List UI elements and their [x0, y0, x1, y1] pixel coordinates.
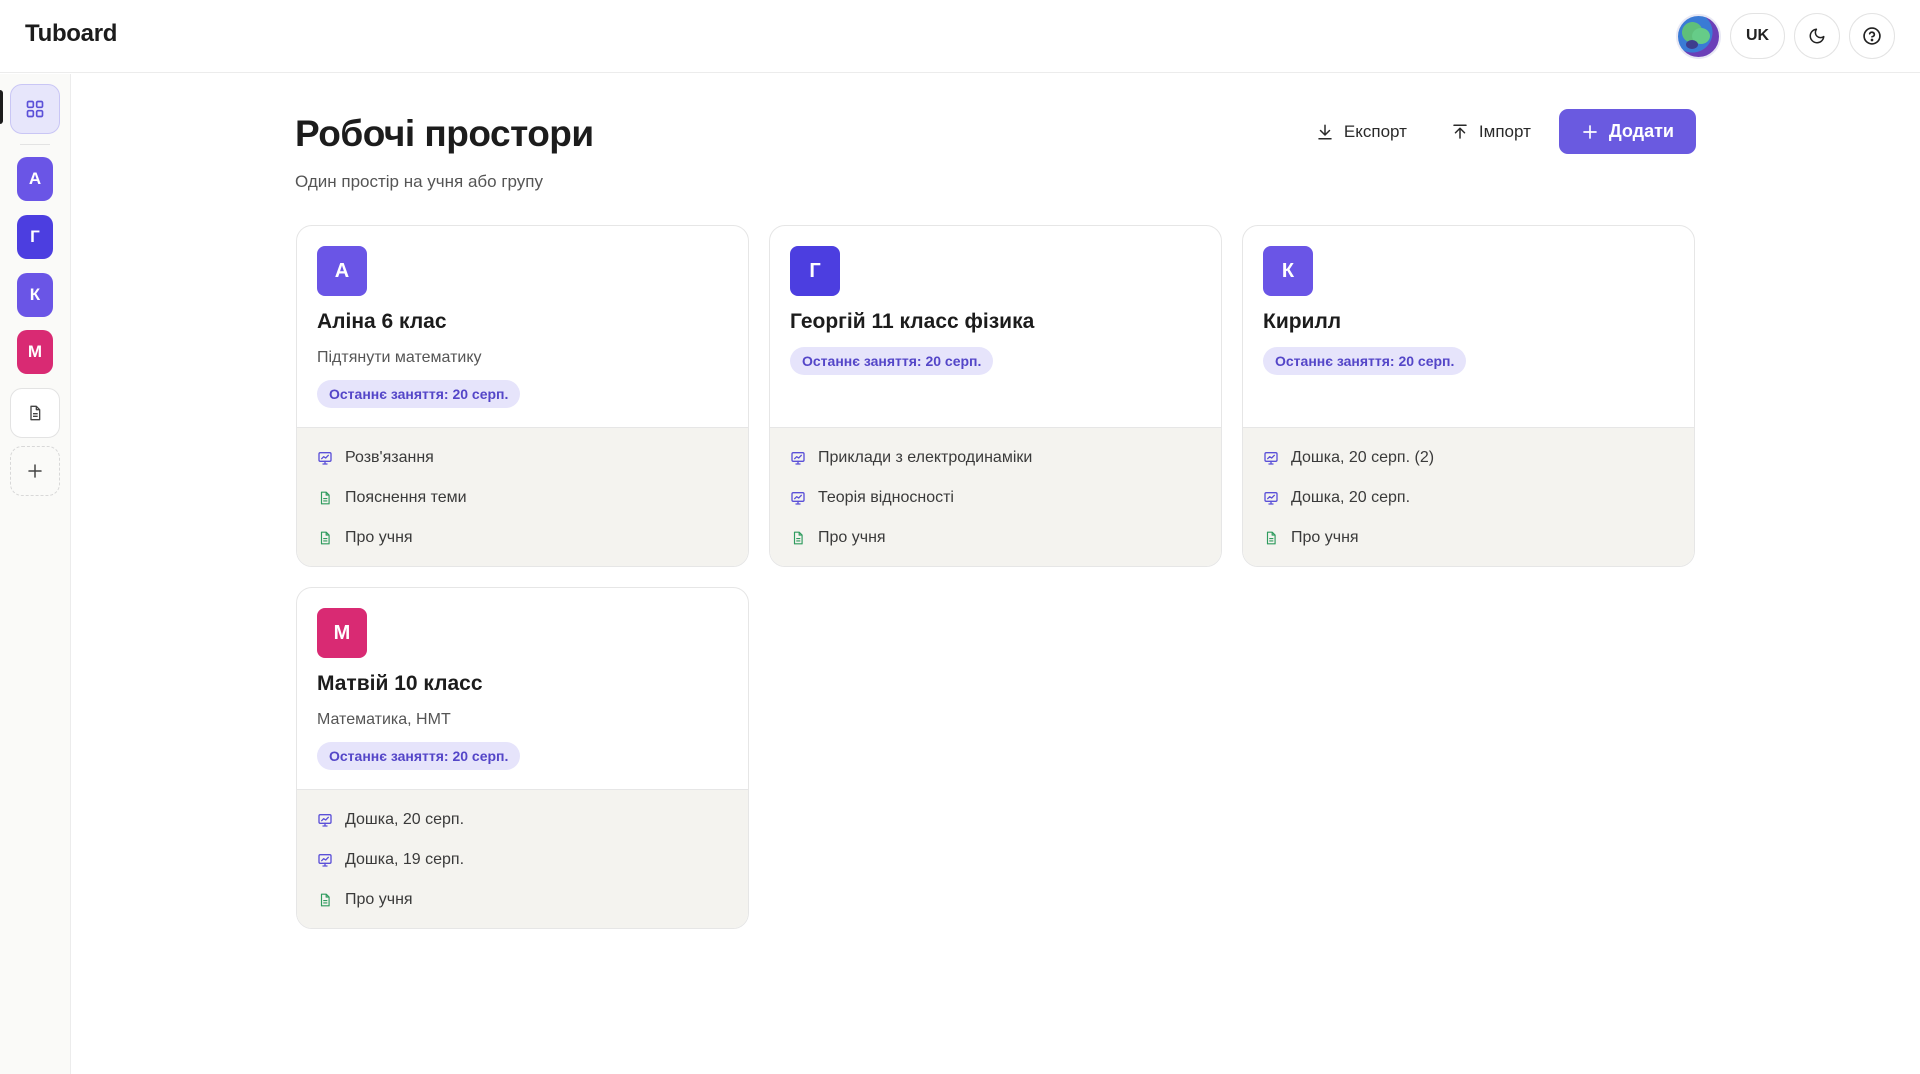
workspace-title: Матвій 10 класс: [317, 672, 483, 695]
moon-icon: [1809, 28, 1825, 44]
item-label: Розв'язання: [345, 449, 434, 466]
item-label: Дошка, 20 серп. (2): [1291, 449, 1435, 466]
import-button[interactable]: Імпорт: [1435, 109, 1547, 154]
sidebar-item-documents[interactable]: [10, 388, 60, 438]
language-button[interactable]: UK: [1730, 13, 1785, 59]
list-item[interactable]: Пояснення теми: [317, 478, 728, 518]
page-title: Робочі простори: [295, 113, 594, 154]
item-label: Дошка, 20 серп.: [345, 811, 465, 828]
item-label: Дошка, 20 серп.: [1291, 489, 1411, 506]
workspace-card[interactable]: А Аліна 6 клас Підтянути математику Оста…: [296, 225, 749, 567]
sidebar-item-workspace[interactable]: М: [17, 330, 53, 374]
list-item[interactable]: Розв'язання: [317, 438, 728, 478]
workspace-title: Георгій 11 класс фізика: [790, 310, 1035, 333]
last-session-badge: Останнє заняття: 20 серп.: [317, 380, 521, 408]
workspace-title: Аліна 6 клас: [317, 310, 447, 333]
item-label: Про учня: [1291, 529, 1359, 546]
add-label: Додати: [1608, 121, 1674, 141]
list-item[interactable]: Про учня: [790, 518, 1201, 558]
whiteboard-icon: [1263, 490, 1279, 506]
list-item[interactable]: Дошка, 20 серп. (2): [1263, 438, 1674, 478]
sidebar-add-button[interactable]: [10, 446, 60, 496]
help-button[interactable]: [1849, 13, 1895, 59]
sidebar-item-workspaces[interactable]: [10, 84, 60, 134]
item-label: Теорія відносності: [818, 489, 954, 506]
workspace-letter: Г: [790, 246, 840, 296]
last-session-badge: Останнє заняття: 20 серп.: [1263, 347, 1467, 375]
document-icon: [317, 490, 333, 506]
sidebar: А Г К М: [0, 74, 71, 1074]
header-actions: Експорт Імпорт Додати: [1300, 109, 1696, 154]
workspace-title: Кирилл: [1263, 310, 1342, 333]
workspace-card[interactable]: Г Георгій 11 класс фізика Останнє занятт…: [769, 225, 1222, 567]
workspace-items: Дошка, 20 серп. (2) Дошка, 20 серп. Про …: [1243, 427, 1694, 566]
item-label: Про учня: [345, 529, 413, 546]
whiteboard-icon: [1263, 450, 1279, 466]
plus-icon: [28, 464, 42, 478]
document-icon: [1263, 530, 1279, 546]
list-item[interactable]: Про учня: [317, 518, 728, 558]
whiteboard-icon: [317, 852, 333, 868]
export-label: Експорт: [1343, 121, 1407, 141]
sidebar-item-workspace[interactable]: А: [17, 157, 53, 201]
top-actions: UK: [1676, 13, 1895, 59]
active-indicator: [0, 90, 3, 124]
workspace-items: Приклади з електродинаміки Теорія віднос…: [770, 427, 1221, 566]
workspace-letter: К: [1263, 246, 1313, 296]
download-icon: [1318, 124, 1332, 139]
add-workspace-button[interactable]: Додати: [1558, 109, 1696, 154]
item-label: Приклади з електродинаміки: [818, 449, 1033, 466]
workspace-description: Математика, НМТ: [317, 711, 451, 728]
upload-icon: [1453, 124, 1467, 139]
document-icon: [317, 892, 333, 908]
theme-toggle-button[interactable]: [1794, 13, 1840, 59]
list-item[interactable]: Приклади з електродинаміки: [790, 438, 1201, 478]
sidebar-item-workspace[interactable]: Г: [17, 215, 53, 259]
whiteboard-icon: [790, 490, 806, 506]
item-label: Про учня: [818, 529, 886, 546]
list-item[interactable]: Про учня: [317, 880, 728, 920]
page-subtitle: Один простір на учня або групу: [295, 172, 544, 191]
sidebar-divider: [20, 144, 50, 145]
workspace-description: Підтянути математику: [317, 349, 482, 366]
list-item[interactable]: Про учня: [1263, 518, 1674, 558]
list-item[interactable]: Дошка, 19 серп.: [317, 840, 728, 880]
workspace-items: Дошка, 20 серп. Дошка, 19 серп. Про учня: [297, 789, 748, 928]
workspace-letter: М: [317, 608, 367, 658]
top-bar: Tuboard UK: [0, 0, 1920, 73]
grid-icon: [26, 100, 44, 118]
workspace-card[interactable]: К Кирилл Останнє заняття: 20 серп. Дошка…: [1242, 225, 1695, 567]
whiteboard-icon: [317, 812, 333, 828]
list-item[interactable]: Теорія відносності: [790, 478, 1201, 518]
document-icon: [317, 530, 333, 546]
workspace-card[interactable]: М Матвій 10 класс Математика, НМТ Останн…: [296, 587, 749, 929]
plus-icon: [1583, 124, 1597, 139]
item-label: Дошка, 19 серп.: [345, 851, 465, 868]
last-session-badge: Останнє заняття: 20 серп.: [317, 742, 521, 770]
help-icon: [1863, 27, 1881, 45]
document-icon: [30, 405, 41, 421]
last-session-badge: Останнє заняття: 20 серп.: [790, 347, 994, 375]
import-label: Імпорт: [1478, 121, 1531, 141]
app-title[interactable]: Tuboard: [25, 20, 117, 48]
list-item[interactable]: Дошка, 20 серп.: [317, 800, 728, 840]
whiteboard-icon: [790, 450, 806, 466]
workspace-letter: А: [317, 246, 367, 296]
document-icon: [790, 530, 806, 546]
sidebar-item-workspace[interactable]: К: [17, 273, 53, 317]
list-item[interactable]: Дошка, 20 серп.: [1263, 478, 1674, 518]
workspace-items: Розв'язання Пояснення теми Про учня: [297, 427, 748, 566]
export-button[interactable]: Експорт: [1300, 109, 1423, 154]
avatar[interactable]: [1676, 13, 1721, 59]
item-label: Пояснення теми: [345, 489, 467, 506]
item-label: Про учня: [345, 891, 413, 908]
whiteboard-icon: [317, 450, 333, 466]
